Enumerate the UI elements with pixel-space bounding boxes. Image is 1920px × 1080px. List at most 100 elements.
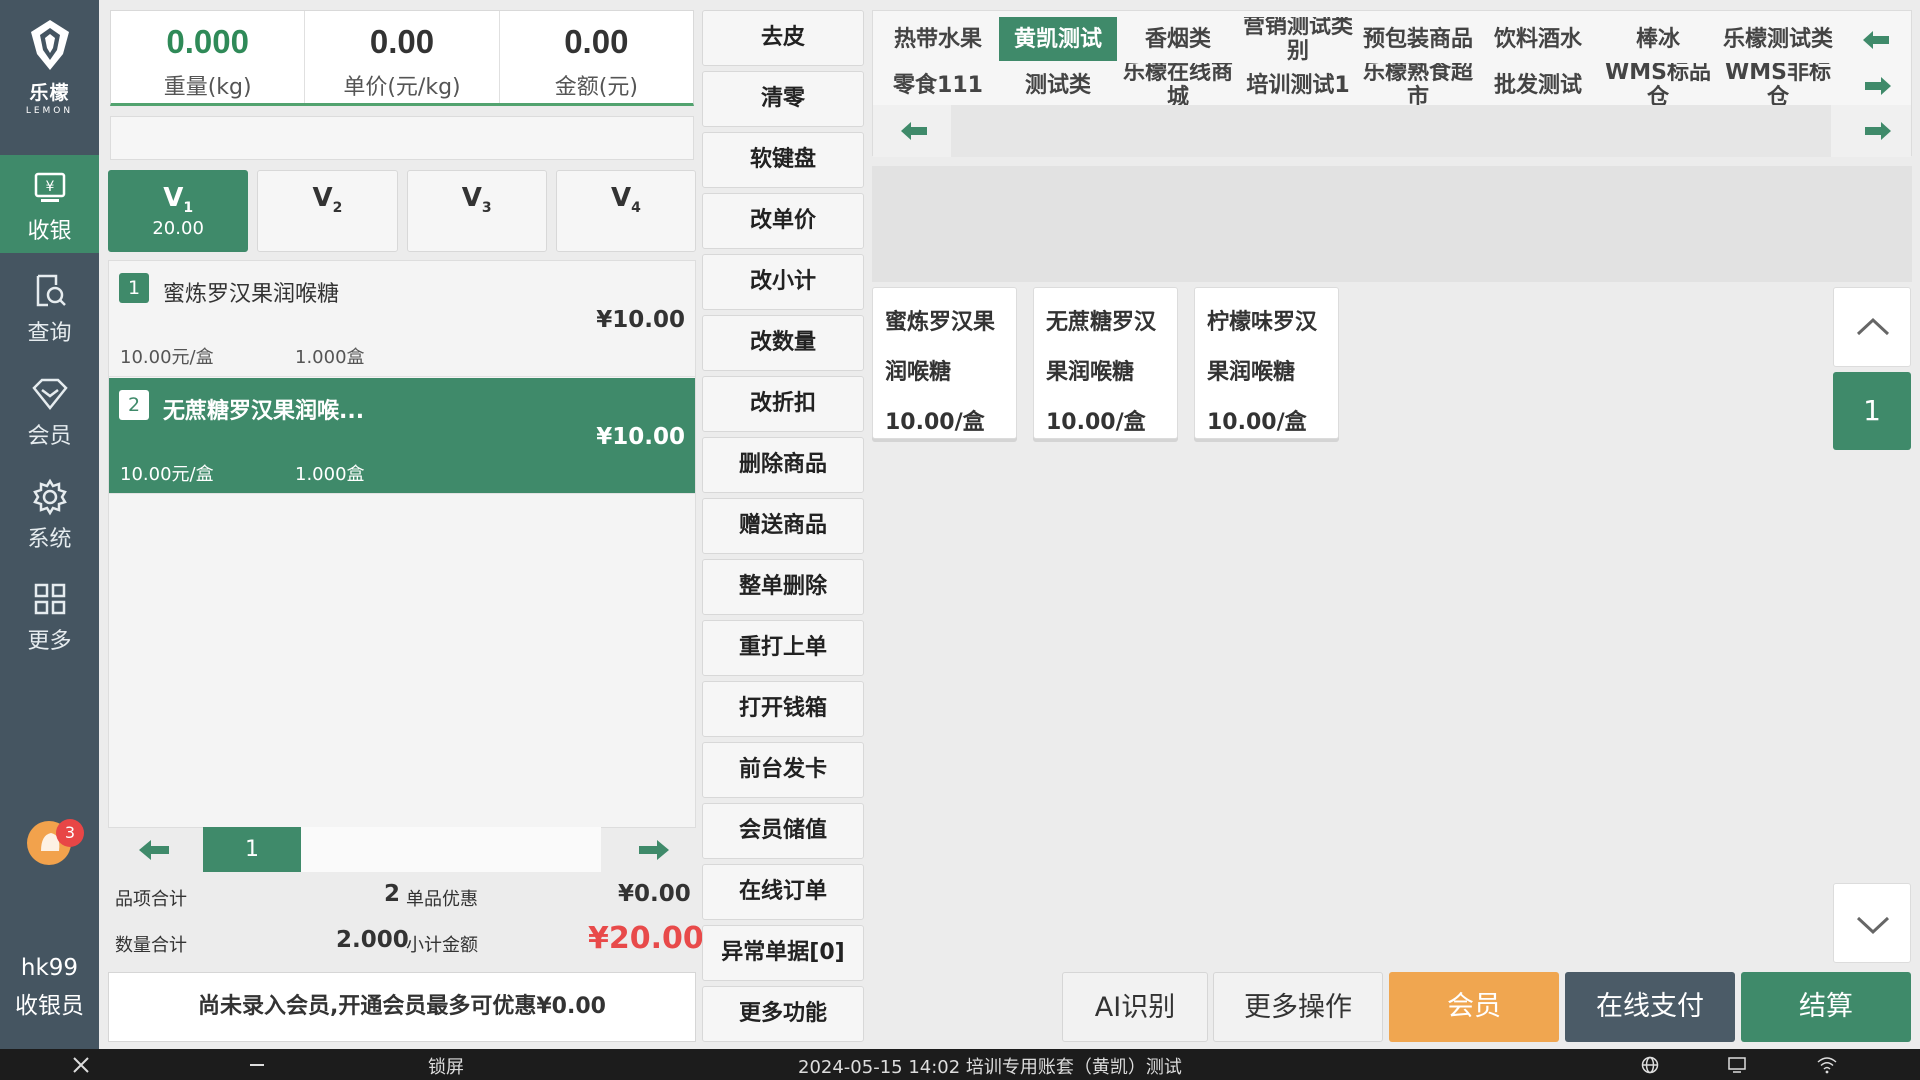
category-tab[interactable]: WMS标品仓 <box>1599 63 1717 107</box>
diamond-icon <box>31 378 68 411</box>
open-cash-drawer-button[interactable]: 打开钱箱 <box>702 681 864 737</box>
grid-icon <box>34 583 65 615</box>
nav-item-cashier[interactable]: ¥ 收银 <box>0 155 99 253</box>
delete-item-button[interactable]: 删除商品 <box>702 437 864 493</box>
nav-item-query[interactable]: 查询 <box>0 257 99 355</box>
product-page-up-button[interactable] <box>1833 287 1911 367</box>
category-panel: 热带水果 黄凯测试 香烟类 营销测试类别 预包装商品 饮料酒水 棒冰 乐檬测试类… <box>872 10 1912 157</box>
wifi-icon[interactable] <box>1816 1055 1838 1075</box>
order-slot-tab-v3[interactable]: V3 <box>406 170 547 252</box>
reprint-last-button[interactable]: 重打上单 <box>702 620 864 676</box>
gift-item-button[interactable]: 赠送商品 <box>702 498 864 554</box>
online-pay-button[interactable]: 在线支付 <box>1565 972 1735 1042</box>
amount-label: 金额(元) <box>554 75 638 100</box>
nav-label: 系统 <box>27 527 72 552</box>
member-promo-banner[interactable]: 尚未录入会员,开通会员最多可优惠¥0.00 <box>108 972 696 1042</box>
member-topup-button[interactable]: 会员储值 <box>702 803 864 859</box>
order-pager: 1 <box>109 827 697 872</box>
arrow-right-icon[interactable] <box>633 835 673 865</box>
category-tab[interactable]: 乐檬测试类 <box>1719 17 1837 61</box>
category-tab[interactable]: 乐檬在线商城 <box>1119 63 1237 107</box>
vtab-name: V3 <box>461 183 492 217</box>
category-tab[interactable]: 培训测试1 <box>1239 63 1357 107</box>
category-tab[interactable]: 预包装商品 <box>1359 17 1477 61</box>
subtotal-label: 小计金额 <box>406 935 478 956</box>
barcode-input-box <box>110 116 694 160</box>
nav-item-member[interactable]: 会员 <box>0 360 99 458</box>
zero-button[interactable]: 清零 <box>702 71 864 127</box>
product-name-line1: 蜜炼罗汉果 <box>885 310 996 335</box>
weight-cell: 0.000 重量(kg) <box>111 11 306 103</box>
globe-icon[interactable] <box>1640 1055 1660 1075</box>
member-button[interactable]: 会员 <box>1389 972 1559 1042</box>
order-item-unit-price: 10.00元/盒 <box>120 347 214 368</box>
user-role: 收银员 <box>15 993 84 1019</box>
product-page-number: 1 <box>1833 372 1911 450</box>
order-slot-tab-v2[interactable]: V2 <box>257 170 398 252</box>
ai-recognize-button[interactable]: AI识别 <box>1062 972 1208 1042</box>
change-unit-price-button[interactable]: 改单价 <box>702 193 864 249</box>
subcategory-prev-arrow-icon[interactable] <box>897 118 933 144</box>
category-tab[interactable]: 香烟类 <box>1119 17 1237 61</box>
subtotal-value: ¥20.00 <box>588 921 704 956</box>
barcode-input[interactable] <box>111 117 693 159</box>
soft-keyboard-button[interactable]: 软键盘 <box>702 132 864 188</box>
category-tab[interactable]: 零食111 <box>879 63 997 107</box>
weight-value: 0.000 <box>166 23 249 60</box>
category-prev-arrow-icon[interactable] <box>1859 27 1895 53</box>
close-icon[interactable] <box>72 1056 90 1074</box>
subcategory-next-arrow-icon[interactable] <box>1859 118 1895 144</box>
order-item-number: 2 <box>119 390 149 420</box>
order-totals: 品项合计 2 单品优惠 ¥0.00 数量合计 2.000 小计金额 ¥20.00 <box>108 875 704 965</box>
product-card[interactable]: 蜜炼罗汉果 润喉糖 10.00/盒 <box>872 287 1017 439</box>
category-tab[interactable]: 热带水果 <box>879 17 997 61</box>
nav-label: 收银 <box>27 219 72 244</box>
category-tab[interactable]: 营销测试类别 <box>1239 17 1357 61</box>
monitor-icon[interactable] <box>1727 1055 1747 1075</box>
delete-order-button[interactable]: 整单删除 <box>702 559 864 615</box>
order-pager-track <box>301 827 601 872</box>
subcategory-bar <box>873 105 1911 157</box>
vtab-name: V4 <box>610 183 641 217</box>
more-operations-button[interactable]: 更多操作 <box>1213 972 1383 1042</box>
tare-button[interactable]: 去皮 <box>702 10 864 66</box>
category-tab-active[interactable]: 黄凯测试 <box>999 17 1117 61</box>
arrow-left-icon[interactable] <box>135 835 175 865</box>
order-item-selected[interactable]: 2 无蔗糖罗汉果润喉... ¥10.00 10.00元/盒 1.000盒 <box>109 378 695 494</box>
amount-value: 0.00 <box>564 23 629 60</box>
order-item[interactable]: 1 蜜炼罗汉果润喉糖 ¥10.00 10.00元/盒 1.000盒 <box>109 261 695 377</box>
unit-price-label: 单价(元/kg) <box>343 75 461 100</box>
product-card[interactable]: 无蔗糖罗汉 果润喉糖 10.00/盒 <box>1033 287 1178 439</box>
lock-screen-button[interactable]: 锁屏 <box>428 1053 464 1079</box>
issue-card-button[interactable]: 前台发卡 <box>702 742 864 798</box>
unit-price-value: 0.00 <box>369 23 435 60</box>
category-tab[interactable]: 饮料酒水 <box>1479 17 1597 61</box>
order-slot-tab-v4[interactable]: V4 <box>555 170 696 252</box>
status-info: 2024-05-15 14:02 培训专用账套（黄凯）测试 <box>798 1057 1182 1078</box>
change-quantity-button[interactable]: 改数量 <box>702 315 864 371</box>
unit-price-cell: 0.00 单价(元/kg) <box>305 11 500 103</box>
category-next-arrow-icon[interactable] <box>1859 73 1895 99</box>
category-tab[interactable]: 批发测试 <box>1479 63 1597 107</box>
user-name: hk99 <box>20 955 79 981</box>
category-tab[interactable]: 乐檬熟食超市 <box>1359 63 1477 107</box>
category-tab[interactable]: 测试类 <box>999 63 1117 107</box>
left-nav: 乐檬 LEMON ¥ 收银 查询 会员 系统 更多 3 hk99 收银员 <box>0 0 99 1049</box>
online-orders-button[interactable]: 在线订单 <box>702 864 864 920</box>
abnormal-orders-button[interactable]: 异常单据[0] <box>702 925 864 981</box>
order-slot-tab-v1[interactable]: V1 20.00 <box>108 170 249 252</box>
change-subtotal-button[interactable]: 改小计 <box>702 254 864 310</box>
product-page-down-button[interactable] <box>1833 883 1911 963</box>
nav-item-system[interactable]: 系统 <box>0 463 99 561</box>
vtab-amount: 20.00 <box>152 218 204 240</box>
nav-item-more[interactable]: 更多 <box>0 565 99 663</box>
minimize-icon[interactable] <box>248 1056 266 1074</box>
product-card[interactable]: 柠檬味罗汉 果润喉糖 10.00/盒 <box>1194 287 1339 439</box>
category-tab[interactable]: 棒冰 <box>1599 17 1717 61</box>
product-name-line2: 果润喉糖 <box>1046 360 1135 385</box>
change-discount-button[interactable]: 改折扣 <box>702 376 864 432</box>
category-tab[interactable]: WMS非标仓 <box>1719 63 1837 107</box>
notification-badge: 3 <box>56 819 84 847</box>
more-functions-button[interactable]: 更多功能 <box>702 986 864 1042</box>
checkout-button[interactable]: 结算 <box>1741 972 1911 1042</box>
